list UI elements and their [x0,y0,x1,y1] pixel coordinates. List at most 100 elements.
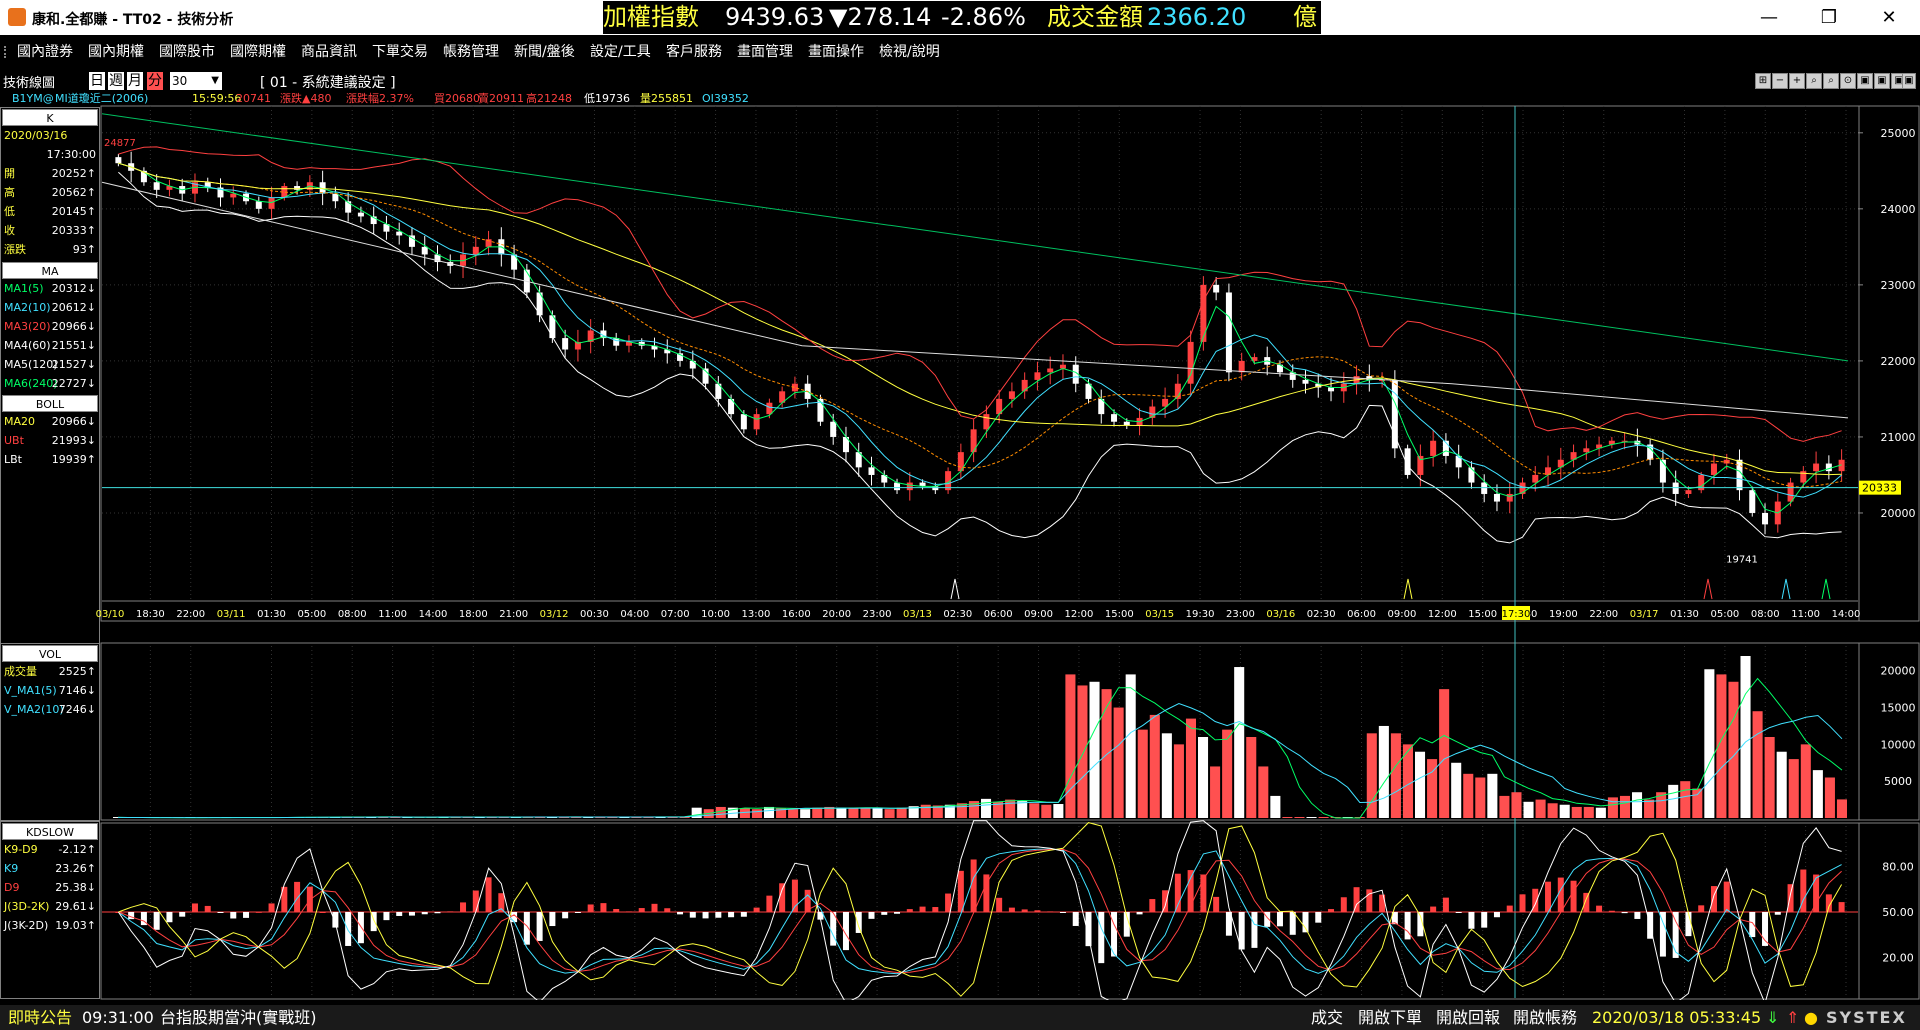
time-tick-label: 01:30 [257,609,286,620]
time-tick-label: 09:00 [1024,609,1053,620]
volume-bar [1439,689,1450,818]
time-tick-label: 19:00 [1549,609,1578,620]
volume-bar [1836,799,1847,818]
candle-body [1238,360,1245,373]
volume-bar [1475,777,1486,818]
kd-diff-bar [472,890,479,912]
open-account-link[interactable]: 開啟帳務 [1513,1005,1577,1030]
kd-diff-bar [357,912,364,944]
time-tick-label: 05:00 [297,609,326,620]
volume-bar [1824,777,1835,818]
candle-body [1200,284,1207,342]
signal-marker [1781,578,1791,600]
kd-diff-bar [740,912,747,917]
kd-diff-bar [1698,905,1705,912]
volume-bar [1017,801,1028,818]
chart-canvas[interactable]: 24877 19741 25000 24000 23000 22000 21000 2000… [0,0,1920,1000]
candle-body [1391,379,1398,449]
kd-diff-bar [1213,896,1220,912]
candle-body [740,414,747,430]
candle-body [1085,383,1092,399]
kd-diff-bar [1072,912,1079,926]
candle-body [766,402,773,415]
volume-bar [1764,737,1775,818]
time-tick-label: 15:00 [1468,609,1497,620]
kd-diff-bar [996,897,1003,912]
price-tick-label: 25000 [1881,127,1916,140]
time-tick-label: 12:00 [1065,609,1094,620]
kd-diff-bar [1838,902,1845,912]
time-tick-label: 03/13 [903,609,932,620]
volume-bar [1571,806,1582,818]
kd-diff-bar [1340,897,1347,912]
candle-body [1749,490,1756,513]
kd-diff-bar [728,912,735,918]
kd-diff-bar [855,912,862,933]
time-tick-label: 12:00 [1428,609,1457,620]
time-tick-label: 20:00 [822,609,851,620]
price-tick-label: 21000 [1881,431,1916,444]
chart-frame [100,822,1860,1000]
open-order-link[interactable]: 開啟下單 [1358,1005,1422,1030]
kd-diff-bar [268,903,275,912]
candle-body [1213,284,1220,293]
grid-lines [100,105,1920,1000]
volume-bar [1776,751,1787,818]
candle-body [1825,463,1832,472]
announcement-time: 09:31:00 [82,1008,154,1027]
volume-bar [1523,801,1534,818]
time-tick-label: 06:00 [984,609,1013,620]
signal-marker [1403,578,1413,600]
announcement-label: 即時公告 [8,1008,73,1027]
kd-diff-bar [434,912,441,914]
kd-diff-bar [204,905,211,912]
kd-diff-bar [332,912,339,928]
kd-diff-bar [408,912,415,916]
kd-diff-bar [1481,912,1488,928]
kd-diff-bar [1047,911,1054,913]
time-tick-label: 03/11 [217,609,246,620]
volume-bar [1451,762,1462,818]
candle-body [1328,387,1335,392]
volume-bar [800,809,811,818]
kd-diff-bar [932,907,939,912]
time-tick-label: 22:00 [1589,609,1618,620]
volume-tick-label: 20000 [1881,665,1916,678]
kd-diff-bar [957,870,964,912]
time-tick-label: 15:00 [1105,609,1134,620]
volume-bar [836,807,847,818]
open-report-link[interactable]: 開啟回報 [1436,1005,1500,1030]
volume-bar [1728,681,1739,818]
volume-bar [1607,797,1618,818]
kd-diff-bar [1442,897,1449,912]
price-tick-label: 24000 [1881,203,1916,216]
volume-bar [1559,804,1570,818]
volume-bar [872,808,883,818]
announcement-message[interactable]: 台指股期當沖(實戰班) [160,1005,317,1030]
candle-body [1047,368,1054,373]
kd-diff-bar [1200,874,1207,912]
kd-diff-bar [179,912,186,917]
candle-body [421,246,428,255]
kd-diff-bar [396,912,403,916]
kd-diff-bar [1493,912,1500,918]
volume-bar [1704,669,1715,818]
k9-line [118,848,1842,975]
volume-bar [1077,685,1088,818]
candle-body [562,338,569,350]
kd-diff-bar [1468,912,1475,929]
candle-body [753,414,760,430]
kd-diff-bar [1353,887,1360,912]
volume-bar [1149,714,1160,818]
volume-bar [1535,799,1546,818]
kd-diff-bar [779,883,786,912]
trades-link[interactable]: 成交 [1311,1005,1343,1030]
kd-diff-bar [1098,912,1105,964]
ma5-line [118,162,1842,514]
time-tick-label: 13:00 [742,609,771,620]
volume-ma10-line [117,702,1843,819]
volume-bar [1390,733,1401,818]
kd-diff-bar [1021,909,1028,912]
kd-diff-bar [1506,905,1513,912]
j3k2d-line [117,820,1842,1000]
